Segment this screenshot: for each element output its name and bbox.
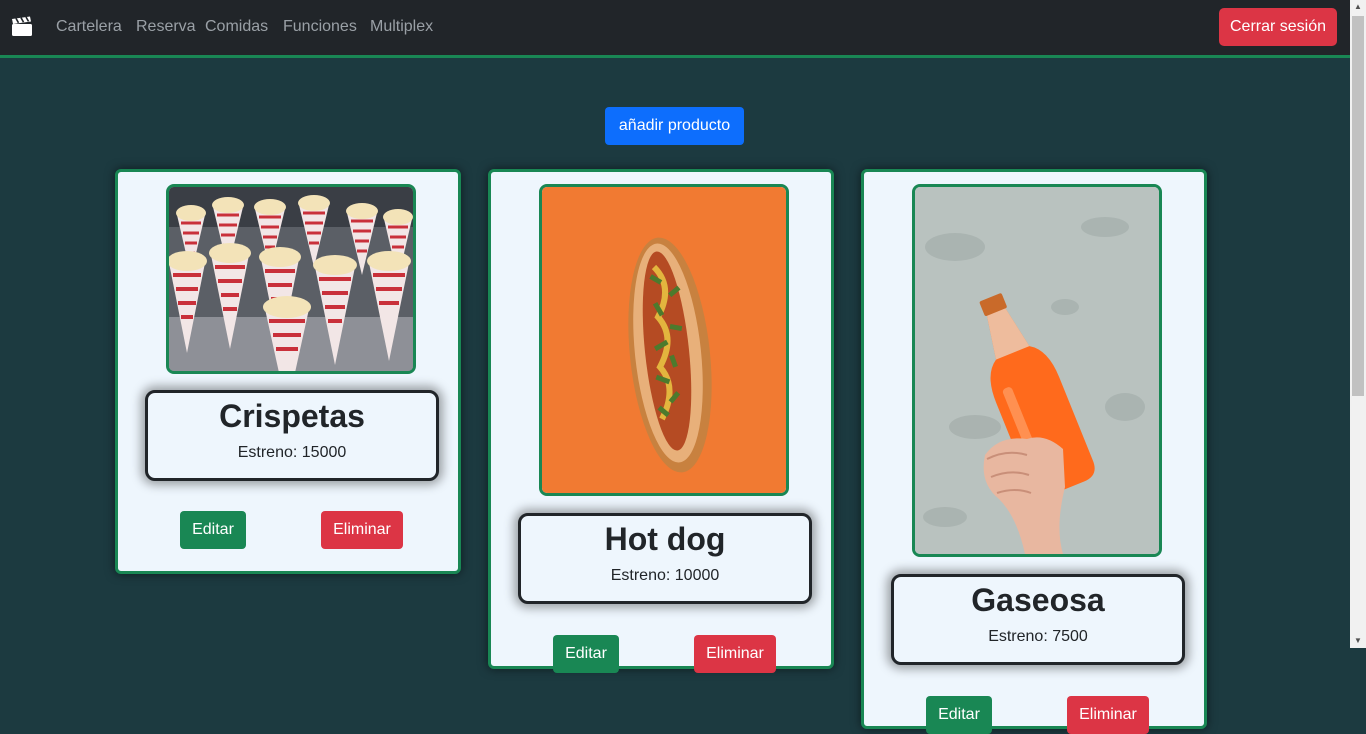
- navbar: Cartelera Reserva Comidas Funciones Mult…: [0, 0, 1350, 58]
- nav-link-cartelera[interactable]: Cartelera: [56, 17, 122, 37]
- nav-link-reserva[interactable]: Reserva: [136, 17, 196, 37]
- delete-button[interactable]: Eliminar: [694, 635, 776, 673]
- clapperboard-icon[interactable]: [11, 16, 33, 38]
- product-info: Hot dog Estreno: 10000: [518, 513, 812, 604]
- product-price: Estreno: 10000: [610, 567, 720, 584]
- product-info: Gaseosa Estreno: 7500: [891, 574, 1185, 665]
- logout-button[interactable]: Cerrar sesión: [1219, 8, 1337, 46]
- product-price: Estreno: 15000: [237, 444, 347, 461]
- popcorn-image: [169, 187, 413, 371]
- product-image: [912, 184, 1162, 557]
- product-image: [539, 184, 789, 496]
- product-name: Hot dog: [604, 521, 726, 557]
- scroll-up-arrow-icon[interactable]: ▲: [1352, 0, 1364, 14]
- product-card: Gaseosa Estreno: 7500 Editar Eliminar: [861, 169, 1207, 734]
- product-card: Hot dog Estreno: 10000 Editar Eliminar: [488, 169, 834, 673]
- product-price: Estreno: 7500: [988, 628, 1088, 645]
- add-product-button[interactable]: añadir producto: [605, 107, 744, 145]
- scroll-down-arrow-icon[interactable]: ▼: [1352, 634, 1364, 648]
- edit-button[interactable]: Editar: [926, 696, 992, 734]
- nav-link-multiplex[interactable]: Multiplex: [370, 17, 433, 37]
- product-name: Gaseosa: [971, 582, 1105, 618]
- product-card: Crispetas Estreno: 15000 Editar Eliminar: [115, 169, 461, 574]
- soda-image: [915, 187, 1159, 554]
- delete-button[interactable]: Eliminar: [321, 511, 403, 549]
- nav-link-comidas[interactable]: Comidas: [205, 17, 268, 37]
- edit-button[interactable]: Editar: [180, 511, 246, 549]
- scrollbar-thumb[interactable]: [1352, 16, 1364, 396]
- delete-button[interactable]: Eliminar: [1067, 696, 1149, 734]
- product-name: Crispetas: [219, 398, 365, 434]
- product-image: [166, 184, 416, 374]
- nav-link-funciones[interactable]: Funciones: [283, 17, 357, 37]
- product-info: Crispetas Estreno: 15000: [145, 390, 439, 481]
- edit-button[interactable]: Editar: [553, 635, 619, 673]
- hot-dog-image: [542, 187, 786, 493]
